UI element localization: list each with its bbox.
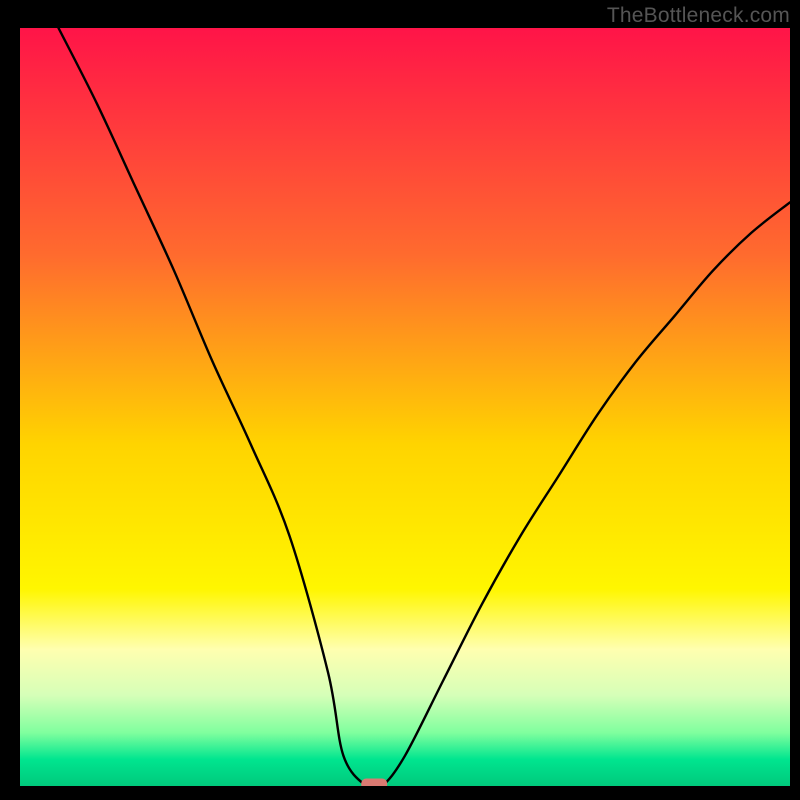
chart-plot-area [20, 28, 790, 786]
optimal-point-marker [361, 779, 387, 787]
bottleneck-chart [20, 28, 790, 786]
gradient-background [20, 28, 790, 786]
watermark-text: TheBottleneck.com [607, 4, 790, 28]
